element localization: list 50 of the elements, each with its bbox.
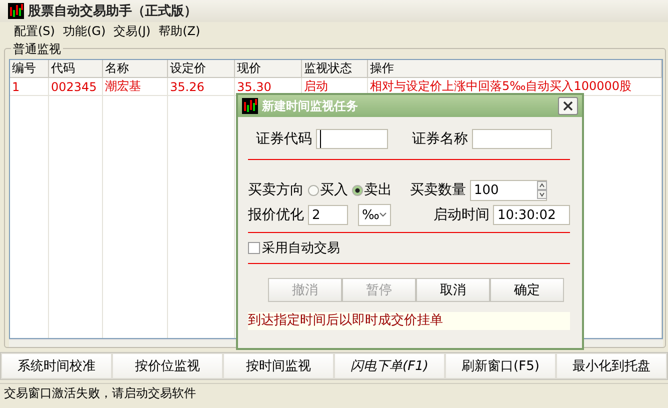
column-header[interactable]: 编号 — [10, 60, 48, 78]
menu-item[interactable]: 交易(J) — [114, 22, 151, 40]
checkbox[interactable]: 采用自动交易 — [248, 239, 340, 257]
input-field[interactable] — [472, 129, 552, 149]
dialog-button[interactable]: 取消 — [416, 278, 490, 302]
menu-item[interactable]: 配置(S) — [14, 22, 55, 40]
close-button[interactable] — [558, 97, 578, 115]
radio-button[interactable]: 卖出 — [352, 181, 392, 199]
column-header[interactable]: 名称 — [102, 60, 168, 78]
menu-item[interactable]: 功能(G) — [62, 22, 106, 40]
hint-text: 到达指定时间后以即时成交价挂单 — [248, 312, 570, 330]
table-cell: 潮宏基 — [102, 78, 168, 96]
table-cell: 002345 — [48, 78, 102, 96]
table-cell: 1 — [10, 78, 48, 96]
toolbar-button[interactable]: 刷新窗口(F5) — [445, 353, 556, 379]
menu-item[interactable]: 帮助(Z) — [158, 22, 200, 40]
group-title: 普通监视 — [11, 41, 63, 58]
chart-icon — [242, 98, 258, 114]
table-cell: 35.26 — [168, 78, 234, 96]
unit-dropdown[interactable]: ‰ — [358, 204, 392, 226]
column-header[interactable]: 设定价 — [168, 60, 234, 78]
input-field[interactable]: 100 — [471, 182, 537, 198]
caret-icon — [379, 212, 388, 218]
field-label: 证券代码 — [256, 130, 312, 148]
quantity-spinner[interactable]: 100 — [470, 180, 547, 200]
close-icon — [563, 101, 573, 111]
column-header[interactable]: 代码 — [48, 60, 102, 78]
radio-button[interactable]: 买入 — [308, 181, 348, 199]
column-header[interactable]: 操作 — [368, 60, 662, 78]
toolbar-button[interactable]: 按时间监视 — [223, 353, 334, 379]
field-label: 证券名称 — [412, 130, 468, 148]
spinner-arrows-icon[interactable] — [537, 181, 547, 199]
column-header[interactable]: 现价 — [234, 60, 302, 78]
dialog-button[interactable]: 确定 — [490, 278, 564, 302]
input-field[interactable] — [316, 129, 388, 149]
field-label: 买卖数量 — [410, 181, 466, 199]
input-field[interactable]: 2 — [308, 205, 348, 225]
toolbar-button[interactable]: 闪电下单(F1) — [334, 353, 445, 379]
chart-icon — [8, 3, 24, 19]
dialog-title: 新建时间监视任务 — [262, 98, 359, 114]
toolbar-button[interactable]: 系统时间校准 — [1, 353, 112, 379]
field-label: 报价优化 — [248, 206, 304, 224]
status-text: 交易窗口激活失败，请启动交易软件 — [0, 383, 668, 402]
field-label: 启动时间 — [433, 206, 490, 224]
field-label: 买卖方向 — [248, 181, 304, 199]
toolbar-button[interactable]: 按价位监视 — [112, 353, 223, 379]
window-title: 股票自动交易助手（正式版） — [28, 2, 197, 20]
column-header[interactable]: 监视状态 — [302, 60, 368, 78]
input-field[interactable]: 10:30:02 — [493, 205, 570, 225]
toolbar-button[interactable]: 最小化到托盘 — [556, 353, 667, 379]
